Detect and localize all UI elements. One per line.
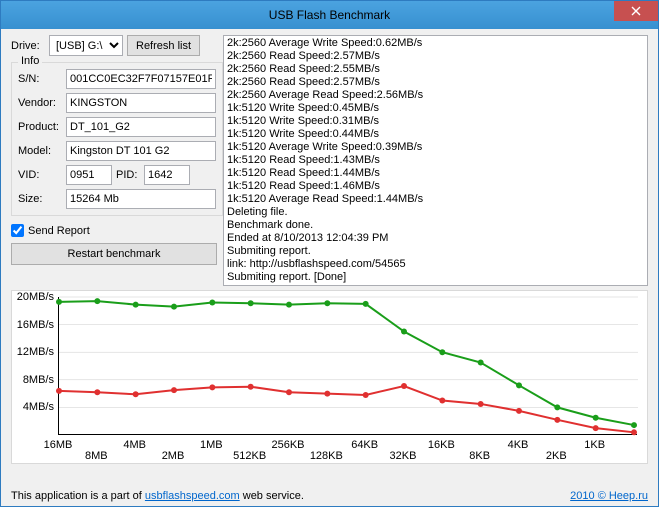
footer: This application is a part of usbflashsp… xyxy=(1,488,658,506)
chart-line-read xyxy=(59,301,634,425)
chart-point xyxy=(324,391,330,397)
chart-point xyxy=(631,422,637,428)
x-tick: 16KB xyxy=(428,439,455,463)
top-row: Drive: [USB] G:\ Refresh list S/N: Vendo… xyxy=(11,35,648,286)
y-tick: 4MB/s xyxy=(12,401,54,413)
vid-label: VID: xyxy=(18,169,62,181)
x-tick: 1MB xyxy=(200,439,223,463)
model-label: Model: xyxy=(18,145,62,157)
chart-point xyxy=(554,417,560,423)
model-field[interactable] xyxy=(66,141,216,161)
chart-point xyxy=(363,392,369,398)
vendor-field[interactable] xyxy=(66,93,216,113)
chart-point xyxy=(593,415,599,421)
x-tick: 2KB xyxy=(546,439,567,463)
x-tick: 4KB xyxy=(508,439,529,463)
drive-label: Drive: xyxy=(11,40,45,52)
x-tick: 32KB xyxy=(390,439,417,463)
chart-point xyxy=(286,302,292,308)
chart-point xyxy=(94,298,100,304)
chart-point xyxy=(631,429,637,435)
x-tick: 4MB xyxy=(123,439,146,463)
app-window: USB Flash Benchmark Drive: [USB] G:\ Ref… xyxy=(0,0,659,507)
x-tick: 2MB xyxy=(162,439,185,463)
chart-area xyxy=(58,297,637,435)
chart-point xyxy=(401,383,407,389)
x-tick: 256KB xyxy=(271,439,304,463)
x-tick: 1KB xyxy=(584,439,605,463)
left-column: Drive: [USB] G:\ Refresh list S/N: Vendo… xyxy=(11,35,217,286)
close-button[interactable] xyxy=(614,1,658,21)
x-tick: 8KB xyxy=(469,439,490,463)
close-icon xyxy=(631,6,641,16)
chart-point xyxy=(171,387,177,393)
chart-point xyxy=(248,384,254,390)
chart-point xyxy=(478,401,484,407)
drive-row: Drive: [USB] G:\ Refresh list xyxy=(11,35,217,56)
chart-point xyxy=(401,329,407,335)
x-tick: 64KB xyxy=(351,439,378,463)
footer-text: This application is a part of usbflashsp… xyxy=(11,490,304,502)
x-tick: 128KB xyxy=(310,439,343,463)
y-tick: 12MB/s xyxy=(12,346,54,358)
y-tick: 8MB/s xyxy=(12,374,54,386)
size-field[interactable] xyxy=(66,189,216,209)
chart-point xyxy=(516,408,522,414)
sn-label: S/N: xyxy=(18,73,62,85)
chart-point xyxy=(363,301,369,307)
chart-point xyxy=(209,384,215,390)
footer-link-site[interactable]: usbflashspeed.com xyxy=(145,490,240,502)
product-field[interactable] xyxy=(66,117,216,137)
restart-button[interactable]: Restart benchmark xyxy=(11,243,217,265)
chart-point xyxy=(56,299,62,305)
drive-select[interactable]: [USB] G:\ xyxy=(49,35,123,56)
pid-field[interactable] xyxy=(144,165,190,185)
chart-point xyxy=(133,302,139,308)
sn-field[interactable] xyxy=(66,69,216,89)
log-textarea[interactable]: 2k:2560 Average Write Speed:0.62MB/s 2k:… xyxy=(223,35,648,286)
y-tick: 16MB/s xyxy=(12,319,54,331)
x-tick: 8MB xyxy=(85,439,108,463)
x-tick: 16MB xyxy=(44,439,73,463)
chart-svg xyxy=(59,297,637,434)
chart-line-write xyxy=(59,386,634,432)
chart-container: 4MB/s 8MB/s 12MB/s 16MB/s 20MB/s 16MB 8MB 4MB 2M… xyxy=(11,290,648,464)
send-report-row: Send Report xyxy=(11,224,217,237)
product-label: Product: xyxy=(18,121,62,133)
chart-point xyxy=(324,300,330,306)
chart-point xyxy=(478,360,484,366)
send-report-checkbox[interactable] xyxy=(11,224,24,237)
window-title: USB Flash Benchmark xyxy=(269,8,390,22)
footer-link-copyright[interactable]: 2010 © Heep.ru xyxy=(570,490,648,502)
chart-point xyxy=(286,389,292,395)
info-group: S/N: Vendor: Product: Model: xyxy=(11,62,223,216)
size-label: Size: xyxy=(18,193,62,205)
titlebar: USB Flash Benchmark xyxy=(1,1,658,29)
chart-point xyxy=(593,425,599,431)
chart-point xyxy=(439,349,445,355)
pid-label: PID: xyxy=(116,169,140,181)
y-tick: 20MB/s xyxy=(12,291,54,303)
chart-point xyxy=(171,304,177,310)
vendor-label: Vendor: xyxy=(18,97,62,109)
send-report-label: Send Report xyxy=(28,225,90,237)
x-tick: 512KB xyxy=(233,439,266,463)
chart-point xyxy=(516,382,522,388)
chart-point xyxy=(209,300,215,306)
chart-point xyxy=(248,300,254,306)
chart-point xyxy=(133,391,139,397)
vid-field[interactable] xyxy=(66,165,112,185)
chart-point xyxy=(56,388,62,394)
refresh-button[interactable]: Refresh list xyxy=(127,35,200,56)
content-area: Drive: [USB] G:\ Refresh list S/N: Vendo… xyxy=(1,29,658,488)
chart-point xyxy=(439,398,445,404)
chart-point xyxy=(554,404,560,410)
chart-point xyxy=(94,389,100,395)
